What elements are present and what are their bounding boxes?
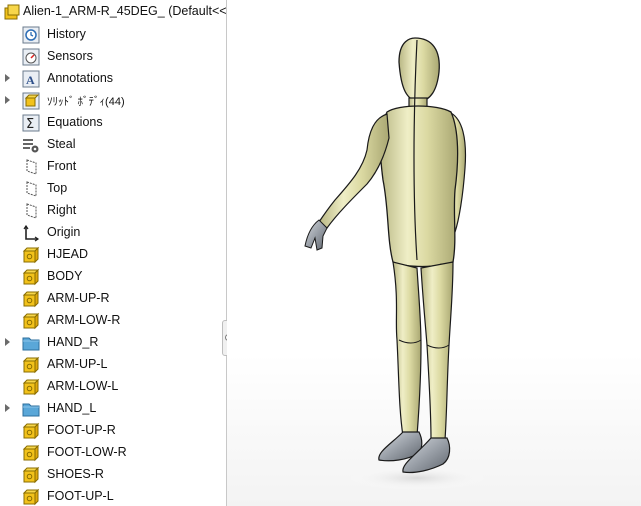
tree-item-part-foot-low-r[interactable]: FOOT-LOW-R <box>0 442 226 464</box>
folder-icon <box>22 337 40 351</box>
tree-root-label: Alien-1_ARM-R_45DEG_ (Default<<De <box>23 4 227 18</box>
tree-item-label: Top <box>47 181 68 195</box>
tree-item-label: ARM-UP-L <box>47 357 108 371</box>
expand-arrow-icon[interactable] <box>5 338 10 346</box>
expand-arrow-icon[interactable] <box>5 96 10 104</box>
tree-item-front-plane[interactable]: Front <box>0 156 226 178</box>
tree-item-part-arm-low-r[interactable]: ARM-LOW-R <box>0 310 226 332</box>
expand-arrow-icon[interactable] <box>5 74 10 82</box>
part-icon <box>22 488 40 506</box>
svg-text:Σ: Σ <box>26 117 34 132</box>
tree-item-label: Equations <box>47 115 103 129</box>
tree-item-part-foot-up-l[interactable]: FOOT-UP-L <box>0 486 226 506</box>
solid-bodies-icon <box>22 92 40 110</box>
tree-item-label: ARM-LOW-L <box>47 379 119 393</box>
tree-item-label: ARM-LOW-R <box>47 313 121 327</box>
equations-icon: Σ <box>22 114 40 132</box>
tree-item-label: BODY <box>47 269 83 283</box>
tree-item-part-shoes-r[interactable]: SHOES-R <box>0 464 226 486</box>
part-icon <box>22 444 40 462</box>
part-icon <box>22 466 40 484</box>
tree-item-label: FOOT-UP-L <box>47 489 114 503</box>
tree-item-label: HAND_R <box>47 335 99 349</box>
tree-item-part-arm-up-l[interactable]: ARM-UP-L <box>0 354 226 376</box>
tree-item-part-arm-up-r[interactable]: ARM-UP-R <box>0 288 226 310</box>
tree-item-label: FOOT-UP-R <box>47 423 116 437</box>
tree-item-label: ｿﾘｯﾄﾞ ﾎﾞﾃﾞｨ(44) <box>47 96 125 108</box>
plane-icon <box>26 181 37 197</box>
tree-item-part-arm-low-l[interactable]: ARM-LOW-L <box>0 376 226 398</box>
model-hand-right[interactable] <box>304 219 328 251</box>
tree-item-right-plane[interactable]: Right <box>0 200 226 222</box>
feature-manager-tree: Alien-1_ARM-R_45DEG_ (Default<<De Histor… <box>0 0 227 506</box>
tree-item-label: HAND_L <box>47 401 97 415</box>
part-icon <box>22 378 40 396</box>
part-icon <box>22 246 40 264</box>
annotations-icon: A <box>22 70 40 88</box>
tree-item-sensors[interactable]: Sensors <box>0 46 226 68</box>
material-icon <box>23 139 39 153</box>
assembly-icon <box>4 4 20 20</box>
tree-item-label: History <box>47 27 86 41</box>
model-leg-right[interactable] <box>392 261 422 437</box>
tree-item-folder-hand-l[interactable]: HAND_L <box>0 398 226 420</box>
tree-item-label: Steal <box>47 137 76 151</box>
expand-arrow-icon[interactable] <box>5 404 10 412</box>
model-torso[interactable] <box>379 105 459 268</box>
graphics-viewport[interactable] <box>227 0 641 506</box>
tree-item-part-foot-up-r[interactable]: FOOT-UP-R <box>0 420 226 442</box>
humanoid-model[interactable] <box>227 0 641 506</box>
tree-item-equations[interactable]: Σ Equations <box>0 112 226 134</box>
part-icon <box>22 290 40 308</box>
tree-item-label: Annotations <box>47 71 114 85</box>
part-icon <box>22 312 40 330</box>
model-leg-left[interactable] <box>420 261 454 441</box>
svg-text:A: A <box>26 73 35 87</box>
tree-item-label: Sensors <box>47 49 93 63</box>
tree-item-top-plane[interactable]: Top <box>0 178 226 200</box>
tree-item-label: FOOT-LOW-R <box>47 445 127 459</box>
tree-item-part-hjead[interactable]: HJEAD <box>0 244 226 266</box>
folder-icon <box>22 403 40 417</box>
tree-item-folder-hand-r[interactable]: HAND_R <box>0 332 226 354</box>
plane-icon <box>26 159 37 175</box>
origin-icon <box>23 224 40 242</box>
tree-item-origin[interactable]: Origin <box>0 222 226 244</box>
tree-root-assembly[interactable]: Alien-1_ARM-R_45DEG_ (Default<<De <box>0 1 226 23</box>
part-icon <box>22 356 40 374</box>
plane-icon <box>26 203 37 219</box>
history-icon <box>22 26 40 44</box>
tree-item-label: Front <box>47 159 77 173</box>
tree-item-part-body[interactable]: BODY <box>0 266 226 288</box>
tree-item-label: Right <box>47 203 77 217</box>
part-icon <box>22 422 40 440</box>
sensors-icon <box>22 48 40 66</box>
model-head[interactable] <box>398 37 440 103</box>
model-arm-right[interactable] <box>318 113 390 229</box>
tree-item-label: ARM-UP-R <box>47 291 110 305</box>
tree-item-label: SHOES-R <box>47 467 104 481</box>
tree-item-history[interactable]: History <box>0 24 226 46</box>
part-icon <box>22 268 40 286</box>
tree-item-label: HJEAD <box>47 247 88 261</box>
tree-item-material[interactable]: Steal <box>0 134 226 156</box>
tree-item-annotations[interactable]: A Annotations <box>0 68 226 90</box>
tree-item-label: Origin <box>47 225 81 239</box>
tree-item-solid-bodies[interactable]: ｿﾘｯﾄﾞ ﾎﾞﾃﾞｨ(44) <box>0 90 226 112</box>
